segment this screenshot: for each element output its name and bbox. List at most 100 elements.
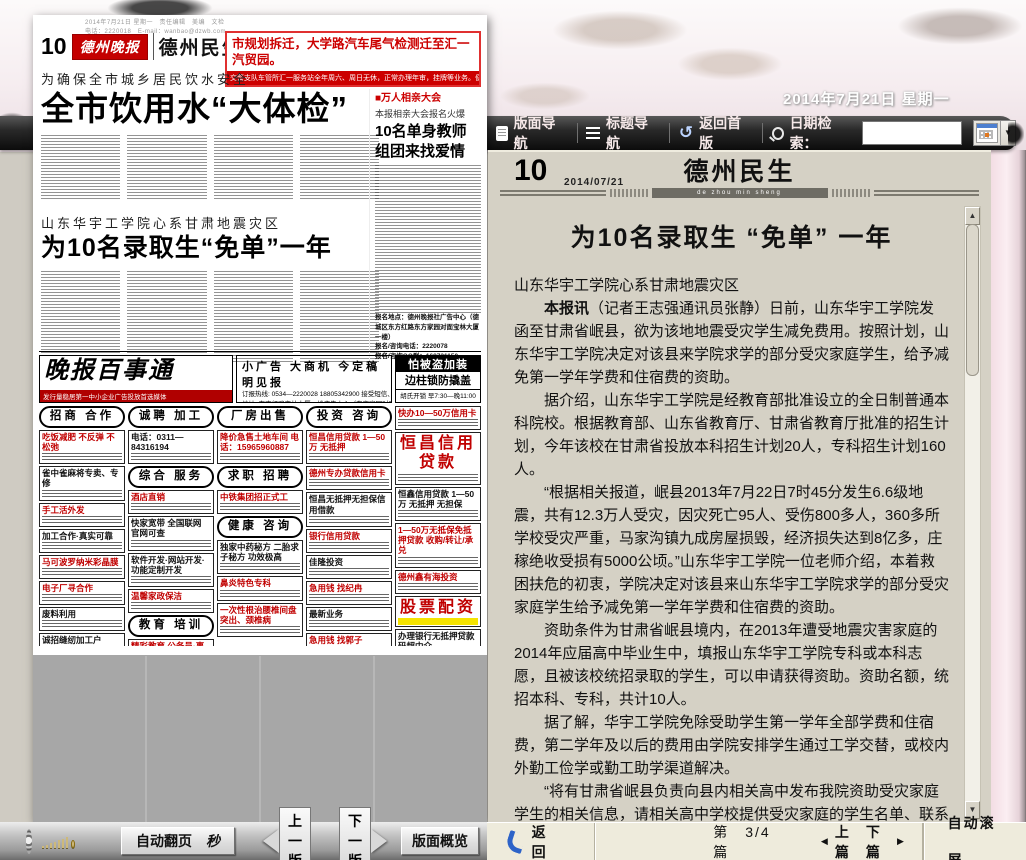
page-controls-bar: 自动翻页秒 上一版 下一版 版面概览 [0, 822, 487, 860]
classified-ad: 股票配资 [395, 596, 481, 627]
article-paragraph: 资助条件为甘肃省岷县境内，在2013年遭受地震灾害家庭的2014年应届高中毕业生… [514, 619, 949, 711]
article-kicker: 山东华宇工学院心系甘肃地震灾区 [514, 274, 949, 297]
page-nav-button[interactable]: 版面导航 [496, 113, 568, 153]
article-paragraph: 本报讯（记者王志强通讯员张静）日前，山东华宇工学院发函至甘肃省岷县，欲为该地地震… [514, 297, 949, 389]
article-content[interactable]: 为10名录取生 “免单” 一年 山东华宇工学院心系甘肃地震灾区 本报讯（记者王志… [500, 204, 961, 822]
classified-column: 投资 咨询恒昌信用贷款 1—50万 无抵押德州专办贷款信用卡恒昌无抵押无担保信用… [306, 406, 392, 646]
auto-flip-button[interactable]: 自动翻页秒 [121, 827, 235, 855]
classified-ad: 快家宽带 全国联网 官网可查 [128, 516, 214, 550]
side-story-title: 10名单身教师 组团来找爱情 [375, 122, 481, 161]
list-icon [586, 127, 599, 139]
classified-ad: 温馨家政保洁 [128, 589, 214, 613]
volume-slider[interactable] [42, 834, 75, 848]
simulated-text [127, 271, 206, 363]
simulated-text [41, 271, 120, 363]
article-paragraph: 据了解，华宇工学院免除受助学生第一学年全部学费和住宿费，第二学年及以后的费用由学… [514, 711, 949, 780]
back-button[interactable]: 返 回 [487, 822, 594, 860]
classified-category-header: 招商 合作 [39, 406, 125, 428]
classified-ad: 恒鑫信用贷款 1—50万 无抵押 无担保 [395, 487, 481, 521]
classified-ad: 恒昌信用贷款 1—50万 无抵押 [306, 430, 392, 464]
prev-article-arrow[interactable]: ◀ [821, 836, 828, 847]
next-article-arrow[interactable]: ▶ [897, 836, 904, 847]
classified-ad: 吃饭减肥 不反弹 不松弛 [39, 430, 125, 464]
next-page-button[interactable]: 下一版 [339, 807, 387, 860]
classified-ad: 马可波罗纳米彩晶膜 [39, 555, 125, 579]
classified-category-header: 综合 服务 [128, 466, 214, 488]
classified-ad: 独家中药秘方 二胎求子秘方 功效极高 [217, 540, 303, 574]
classified-ad: 鼻炎特色专科 [217, 576, 303, 600]
title-nav-label: 标题导航 [606, 113, 660, 153]
classified-category-header: 健康 咨询 [217, 516, 303, 538]
auto-scroll-button[interactable]: 自动滚屏 [924, 805, 1026, 860]
page-number: 10 [41, 35, 67, 58]
reader-header: 10 2014/07/21 德州民生 de zhou min sheng [488, 152, 991, 204]
prev-page-button[interactable]: 上一版 [263, 807, 311, 860]
simulated-text [300, 271, 379, 363]
classified-section: 晚报百事通 发行量稳居第一中小企业广告投放首选媒体 小广告 大商机 今定稿 明见… [39, 351, 481, 651]
article-1: 为确保全市城乡居民饮水安全 全市饮用水“大体检” [41, 69, 379, 199]
classified-category-header: 厂房出售 [217, 406, 303, 428]
date-search-input[interactable] [862, 121, 962, 145]
classified-hotline-box: 小广告 大商机 今定稿 明见报 订报热线: 0534—2220028 18805… [236, 355, 392, 403]
classified-ad: 恒昌无抵押无担保信用借款 [306, 492, 392, 526]
next-article-button[interactable]: 下篇 [866, 822, 890, 860]
section-pinyin: de zhou min sheng [652, 188, 828, 198]
calendar-icon [976, 123, 998, 143]
scroll-up-button[interactable]: ▲ [965, 207, 980, 225]
scrollbar-thumb[interactable] [966, 224, 979, 376]
article-scrollbar[interactable]: ▲ ▼ [964, 206, 981, 820]
back-to-front-button[interactable]: ↺ 返回首版 [679, 113, 753, 153]
classified-category-header: 求职 招聘 [217, 466, 303, 488]
search-icon [772, 127, 784, 140]
classified-grid: 招商 合作吃饭减肥 不反弹 不松弛雀中雀麻将专卖、专修手工活外发加工合作·真实可… [39, 406, 481, 646]
toolbar-divider [577, 123, 578, 143]
article-nav-group: ◀ 上篇 下篇 ▶ [821, 822, 904, 860]
article-paragraph: “将有甘肃省岷县负责向县内相关高中发布我院资助受灾家庭学生的相关信息，请相关高中… [514, 780, 949, 822]
date-search-label: 日期检索： [790, 113, 852, 153]
classified-ad: 手工活外发 [39, 503, 125, 527]
article-1-body [41, 135, 379, 199]
calendar-dropdown-arrow: ▼ [1000, 121, 1015, 145]
article-counter: 第 3/4 篇 [713, 822, 795, 860]
classified-category-header: 投资 咨询 [306, 406, 392, 428]
classified-ad: 德州专办贷款信用卡 [306, 466, 392, 490]
article-title: 为10名录取生 “免单” 一年 [514, 218, 949, 254]
classified-ad: 银行信用贷款 [306, 529, 392, 553]
auto-scroll-group: 自动滚屏 [923, 823, 1026, 860]
classified-ad: 最新业务 [306, 607, 392, 631]
page-nav-label: 版面导航 [514, 113, 568, 153]
page-overview-button[interactable]: 版面概览 [401, 827, 479, 855]
calendar-button[interactable]: ▼ [973, 120, 1016, 146]
return-arrow-icon: ↺ [679, 126, 693, 140]
classified-column: 快办10—50万信用卡恒昌信用贷款恒鑫信用贷款 1—50万 无抵押 无担保1—5… [395, 406, 481, 646]
prev-article-button[interactable]: 上篇 [835, 822, 859, 860]
article-2-body [41, 271, 379, 363]
classified-column: 招商 合作吃饭减肥 不反弹 不松弛雀中雀麻将专卖、专修手工活外发加工合作·真实可… [39, 406, 125, 646]
back-swoosh-icon [504, 829, 526, 853]
right-margin-background [991, 150, 1026, 822]
simulated-text [375, 165, 481, 313]
classified-ad: 酒店直销 [128, 490, 214, 514]
simulated-text [214, 271, 293, 363]
classified-column: 诚聘 加工电话：0311—84316194综合 服务酒店直销快家宽带 全国联网 … [128, 406, 214, 646]
volume-handle[interactable] [71, 840, 75, 848]
title-nav-button[interactable]: 标题导航 [586, 113, 659, 153]
side-story-tag: ■万人相亲大会 [375, 89, 481, 104]
classified-ad: 一次性根治腰椎间盘突出、颈椎病 [217, 603, 303, 637]
simulated-text [41, 135, 120, 199]
speaker-icon[interactable] [26, 829, 32, 854]
classified-ad: 恒昌信用贷款 [395, 432, 481, 484]
newspaper-reader-window: 2014年7月21日 星期一 版面导航 标题导航 ↺ 返回首版 日期检索： ▼ [0, 0, 1026, 860]
simulated-text [214, 135, 293, 199]
reader-section-title: 德州民生 [488, 152, 991, 188]
article-2-kicker: 山东华宇工学院心系甘肃地震灾区 [41, 213, 379, 232]
classified-ad: 电子厂寻合作 [39, 581, 125, 605]
classified-ad: 1—50万无抵保免抵押贷款 收购/转让/承兑 [395, 523, 481, 568]
classified-ad: 德州鑫有海投资 [395, 570, 481, 594]
classified-header: 晚报百事通 发行量稳居第一中小企业广告投放首选媒体 小广告 大商机 今定稿 明见… [39, 355, 481, 403]
classified-ad: 诚招缝纫加工户 [39, 633, 125, 646]
newspaper-page-viewer[interactable]: 2014年7月21日 星期一 责任编辑 美编 文检 电话：2220018 E-m… [33, 15, 487, 822]
side-story: ■万人相亲大会 本报相亲大会报名火爆 10名单身教师 组团来找爱情 报名地点：德… [369, 89, 481, 362]
newspaper-page: 2014年7月21日 星期一 责任编辑 美编 文检 电话：2220018 E-m… [33, 15, 487, 655]
article-1-kicker: 为确保全市城乡居民饮水安全 [41, 69, 379, 88]
